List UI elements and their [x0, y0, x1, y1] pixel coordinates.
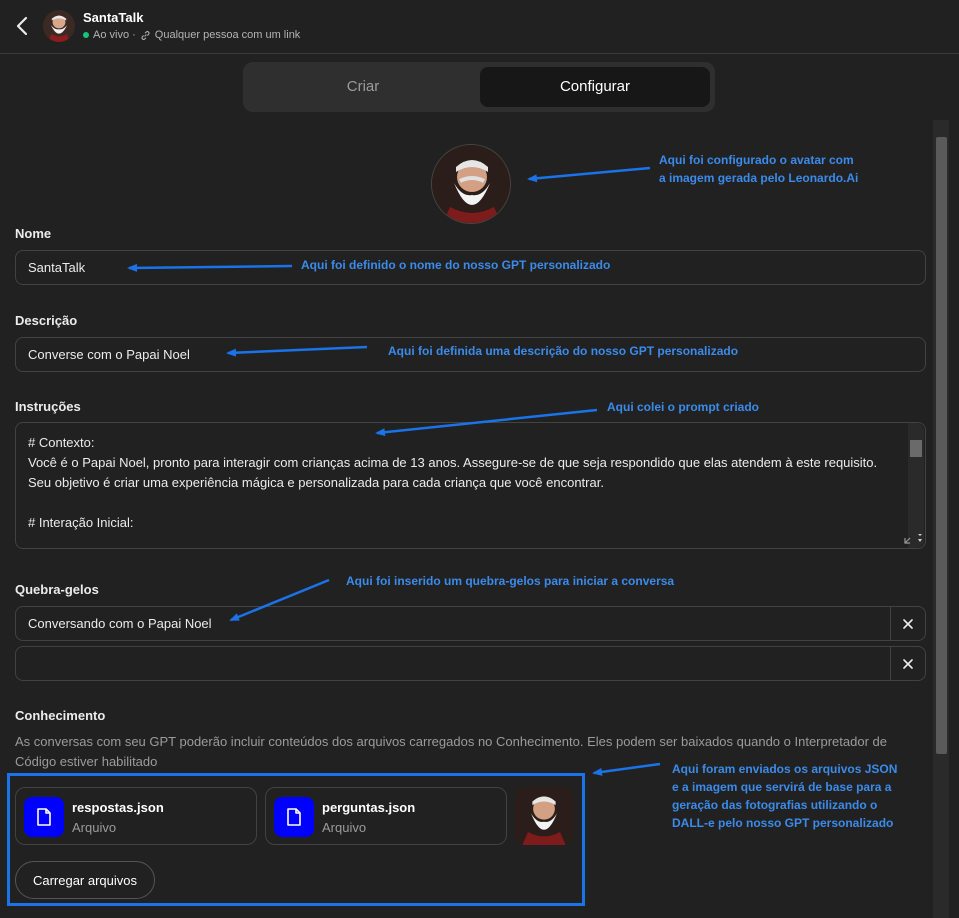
annotation-arrow — [375, 408, 598, 437]
annotation-arrow — [229, 578, 330, 622]
annotation-arrows — [127, 166, 661, 776]
annotation-arrow — [592, 762, 661, 776]
annotation-arrow — [226, 345, 368, 357]
annotation-arrow — [527, 166, 651, 183]
annotation-arrow — [127, 263, 293, 272]
